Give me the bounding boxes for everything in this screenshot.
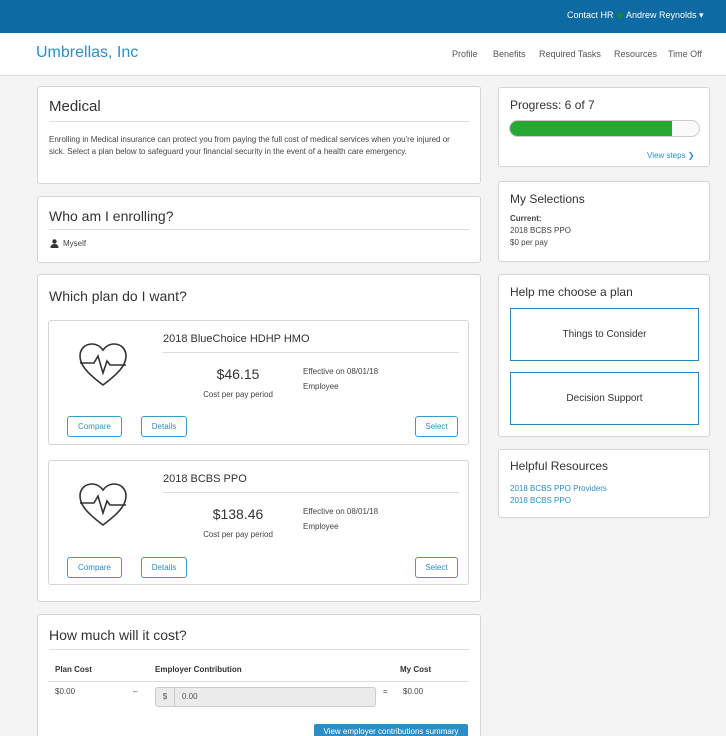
medical-description: Enrolling in Medical insurance can prote… (49, 135, 450, 156)
plan-name: 2018 BlueChoice HDHP HMO (163, 333, 310, 345)
medical-title: Medical (49, 98, 101, 115)
resource-link[interactable]: 2018 BCBS PPO (510, 496, 571, 505)
plan-card: 2018 BlueChoice HDHP HMO $46.15 Cost per… (48, 320, 469, 445)
plan-name: 2018 BCBS PPO (163, 473, 247, 485)
user-menu[interactable]: Andrew Reynolds ▾ (626, 10, 704, 21)
employer-contribution-header: Employer Contribution (155, 665, 242, 674)
cost-title: How much will it cost? (49, 627, 187, 643)
select-button[interactable]: Select (415, 416, 458, 437)
view-steps-link[interactable]: View steps ❯ (647, 151, 694, 160)
selections-title: My Selections (510, 192, 585, 206)
my-cost-value: $0.00 (403, 687, 424, 696)
nav-resources[interactable]: Resources (614, 49, 657, 59)
select-button[interactable]: Select (415, 557, 458, 578)
medical-panel: Medical Enrolling in Medical insurance c… (37, 86, 481, 184)
plan-cost-header: Plan Cost (55, 665, 92, 674)
progress-title: Progress: 6 of 7 (510, 98, 595, 112)
minus-sign: – (133, 687, 138, 696)
user-status-icon (617, 13, 622, 18)
plan-cost-value: $0.00 (55, 687, 76, 696)
contact-hr-link[interactable]: Contact HR (567, 10, 614, 20)
resources-title: Helpful Resources (510, 459, 609, 473)
enrolling-panel: Who am I enrolling? Myself (37, 196, 481, 263)
compare-button[interactable]: Compare (67, 416, 122, 437)
plan-card: 2018 BCBS PPO $138.46 Cost per pay perio… (48, 460, 469, 585)
cost-panel: How much will it cost? (37, 614, 481, 736)
heart-pulse-icon (79, 343, 127, 387)
selections-panel: My Selections Current: 2018 BCBS PPO $0 … (498, 181, 710, 262)
details-button[interactable]: Details (141, 557, 187, 578)
plan-effective-date: Effective on 08/01/18 (303, 507, 379, 516)
plan-coverage: Employee (303, 382, 339, 391)
plan-effective-date: Effective on 08/01/18 (303, 367, 379, 376)
current-label: Current: (510, 214, 542, 223)
plan-price-label: Cost per pay period (203, 390, 273, 399)
nav-benefits[interactable]: Benefits (493, 49, 526, 59)
plan-price: $46.15 (216, 366, 260, 382)
site-header: Umbrellas, Inc Profile Benefits Required… (0, 33, 726, 76)
selected-cost: $0 per pay (510, 238, 548, 247)
equals-sign: = (383, 687, 388, 696)
resource-link[interactable]: 2018 BCBS PPO Providers (510, 484, 607, 493)
heart-pulse-icon (79, 483, 127, 527)
nav-time-off[interactable]: Time Off (668, 49, 702, 59)
divider (49, 121, 469, 122)
nav-profile[interactable]: Profile (452, 49, 478, 59)
resources-panel: Helpful Resources 2018 BCBS PPO Provider… (498, 449, 710, 518)
compare-button[interactable]: Compare (67, 557, 122, 578)
divider (49, 649, 469, 650)
details-button[interactable]: Details (141, 416, 187, 437)
employer-contribution-value: 0.00 (182, 692, 198, 701)
help-title: Help me choose a plan (510, 285, 633, 299)
plan-price-label: Cost per pay period (203, 530, 273, 539)
plans-title: Which plan do I want? (49, 288, 187, 304)
decision-support-button[interactable]: Decision Support (510, 372, 699, 425)
contributions-summary-button[interactable]: View employer contributions summary (314, 724, 468, 736)
progress-bar-fill (510, 121, 672, 136)
things-to-consider-button[interactable]: Things to Consider (510, 308, 699, 361)
employer-contribution-field[interactable]: $ 0.00 (155, 687, 376, 707)
plan-coverage: Employee (303, 522, 339, 531)
divider (163, 352, 459, 353)
progress-bar (509, 120, 700, 137)
top-bar: Contact HR Andrew Reynolds ▾ (0, 0, 726, 33)
divider (163, 492, 459, 493)
brand-logo[interactable]: Umbrellas, Inc (36, 44, 138, 62)
divider (49, 229, 469, 230)
selected-plan: 2018 BCBS PPO (510, 226, 571, 235)
currency-addon: $ (156, 688, 175, 706)
plan-price: $138.46 (212, 506, 264, 522)
user-icon (50, 239, 59, 248)
enrollee-name: Myself (63, 239, 87, 248)
my-cost-header: My Cost (400, 665, 432, 674)
enrolling-title: Who am I enrolling? (49, 208, 174, 224)
nav-required-tasks[interactable]: Required Tasks (539, 49, 601, 59)
divider (48, 681, 468, 682)
